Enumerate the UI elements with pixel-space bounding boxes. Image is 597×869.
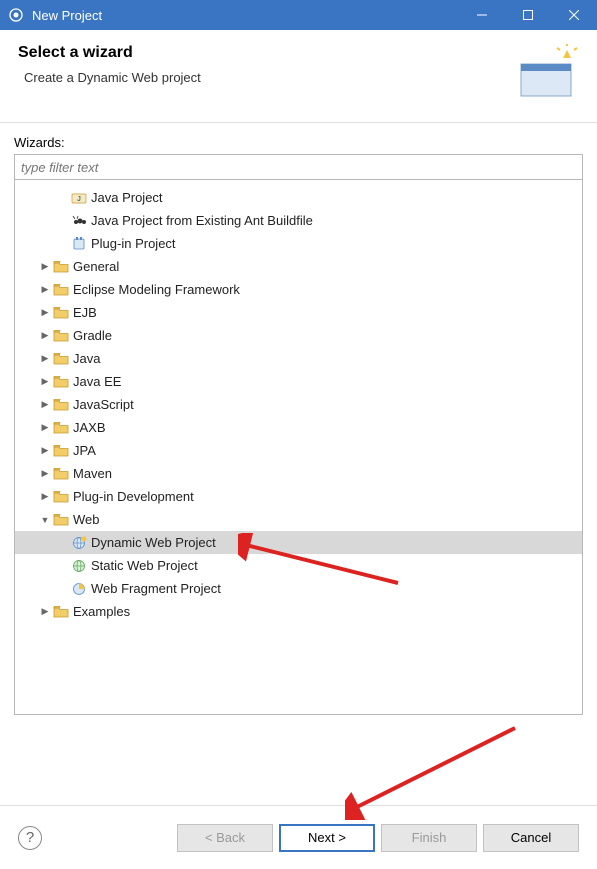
tree-item[interactable]: ▶Static Web Project	[15, 554, 582, 577]
finish-button[interactable]: Finish	[381, 824, 477, 852]
tree-item[interactable]: ▶ Plug-in Development	[15, 485, 582, 508]
chevron-right-icon[interactable]: ▶	[37, 491, 53, 502]
tree-item[interactable]: ▶ Eclipse Modeling Framework	[15, 278, 582, 301]
web-dynamic-icon	[71, 535, 87, 551]
chevron-right-icon[interactable]: ▶	[37, 445, 53, 456]
titlebar: New Project	[0, 0, 597, 30]
folder-icon	[53, 420, 69, 436]
folder-icon	[53, 512, 69, 528]
tree-item[interactable]: ▶ JPA	[15, 439, 582, 462]
tree-item-label: Plug-in Development	[73, 489, 194, 504]
tree-item-label: Maven	[73, 466, 112, 481]
close-button[interactable]	[551, 0, 597, 30]
java-project-icon: J	[71, 190, 87, 206]
folder-icon	[53, 305, 69, 321]
chevron-right-icon[interactable]: ▶	[37, 399, 53, 410]
ant-project-icon	[71, 213, 87, 229]
wizards-label: Wizards:	[14, 135, 583, 150]
svg-text:J: J	[77, 196, 81, 203]
tree-item[interactable]: ▶ JavaScript	[15, 393, 582, 416]
tree-item-label: JavaScript	[73, 397, 134, 412]
tree-item[interactable]: ▶ Examples	[15, 600, 582, 623]
folder-icon	[53, 397, 69, 413]
folder-icon	[53, 374, 69, 390]
folder-icon	[53, 443, 69, 459]
page-title: Select a wizard	[18, 44, 509, 62]
tree-item[interactable]: ▶ Gradle	[15, 324, 582, 347]
tree-item-label: Static Web Project	[91, 558, 198, 573]
chevron-right-icon[interactable]: ▶	[37, 261, 53, 272]
wizard-header: Select a wizard Create a Dynamic Web pro…	[0, 30, 597, 123]
tree-item-label: Java Project from Existing Ant Buildfile	[91, 213, 313, 228]
chevron-right-icon[interactable]: ▶	[37, 284, 53, 295]
help-button[interactable]: ?	[18, 826, 42, 850]
plugin-project-icon	[71, 236, 87, 252]
tree-item-label: JAXB	[73, 420, 106, 435]
chevron-right-icon[interactable]: ▶	[37, 330, 53, 341]
tree-item[interactable]: ▶ EJB	[15, 301, 582, 324]
tree-item[interactable]: ▶ Java EE	[15, 370, 582, 393]
tree-item[interactable]: ▶Dynamic Web Project	[15, 531, 582, 554]
window-title: New Project	[32, 8, 459, 23]
folder-icon	[53, 489, 69, 505]
tree-item-label: Web	[73, 512, 100, 527]
tree-item-label: Java Project	[91, 190, 163, 205]
tree-item[interactable]: ▶ Java	[15, 347, 582, 370]
folder-icon	[53, 604, 69, 620]
tree-item-label: Examples	[73, 604, 130, 619]
web-static-icon	[71, 558, 87, 574]
window-controls	[459, 0, 597, 30]
content-area: Wizards: ▶JJava Project▶Java Project fro…	[0, 123, 597, 723]
tree-item[interactable]: ▼ Web	[15, 508, 582, 531]
tree-item-label: JPA	[73, 443, 96, 458]
chevron-right-icon[interactable]: ▶	[37, 606, 53, 617]
tree-item[interactable]: ▶Java Project from Existing Ant Buildfil…	[15, 209, 582, 232]
tree-item-label: Eclipse Modeling Framework	[73, 282, 240, 297]
wizards-tree[interactable]: ▶JJava Project▶Java Project from Existin…	[14, 180, 583, 715]
tree-item[interactable]: ▶ JAXB	[15, 416, 582, 439]
folder-icon	[53, 351, 69, 367]
maximize-button[interactable]	[505, 0, 551, 30]
folder-icon	[53, 466, 69, 482]
tree-item-label: Java	[73, 351, 100, 366]
tree-item[interactable]: ▶ General	[15, 255, 582, 278]
page-description: Create a Dynamic Web project	[24, 70, 509, 85]
tree-item-label: Web Fragment Project	[91, 581, 221, 596]
tree-item-label: EJB	[73, 305, 97, 320]
folder-icon	[53, 328, 69, 344]
tree-item[interactable]: ▶Plug-in Project	[15, 232, 582, 255]
tree-item-label: Dynamic Web Project	[91, 535, 216, 550]
tree-item-label: Plug-in Project	[91, 236, 176, 251]
filter-input[interactable]	[14, 154, 583, 180]
next-button[interactable]: Next >	[279, 824, 375, 852]
back-button[interactable]: < Back	[177, 824, 273, 852]
tree-item[interactable]: ▶ Maven	[15, 462, 582, 485]
tree-item-label: Gradle	[73, 328, 112, 343]
tree-item[interactable]: ▶JJava Project	[15, 186, 582, 209]
chevron-right-icon[interactable]: ▶	[37, 376, 53, 387]
wizard-banner-icon	[509, 44, 579, 104]
chevron-right-icon[interactable]: ▶	[37, 307, 53, 318]
minimize-button[interactable]	[459, 0, 505, 30]
tree-item-label: Java EE	[73, 374, 121, 389]
chevron-down-icon[interactable]: ▼	[37, 515, 53, 525]
eclipse-icon	[8, 7, 24, 23]
folder-icon	[53, 282, 69, 298]
chevron-right-icon[interactable]: ▶	[37, 422, 53, 433]
tree-item[interactable]: ▶Web Fragment Project	[15, 577, 582, 600]
cancel-button[interactable]: Cancel	[483, 824, 579, 852]
tree-item-label: General	[73, 259, 119, 274]
folder-icon	[53, 259, 69, 275]
chevron-right-icon[interactable]: ▶	[37, 468, 53, 479]
web-fragment-icon	[71, 581, 87, 597]
button-bar: ? < Back Next > Finish Cancel	[0, 805, 597, 869]
chevron-right-icon[interactable]: ▶	[37, 353, 53, 364]
